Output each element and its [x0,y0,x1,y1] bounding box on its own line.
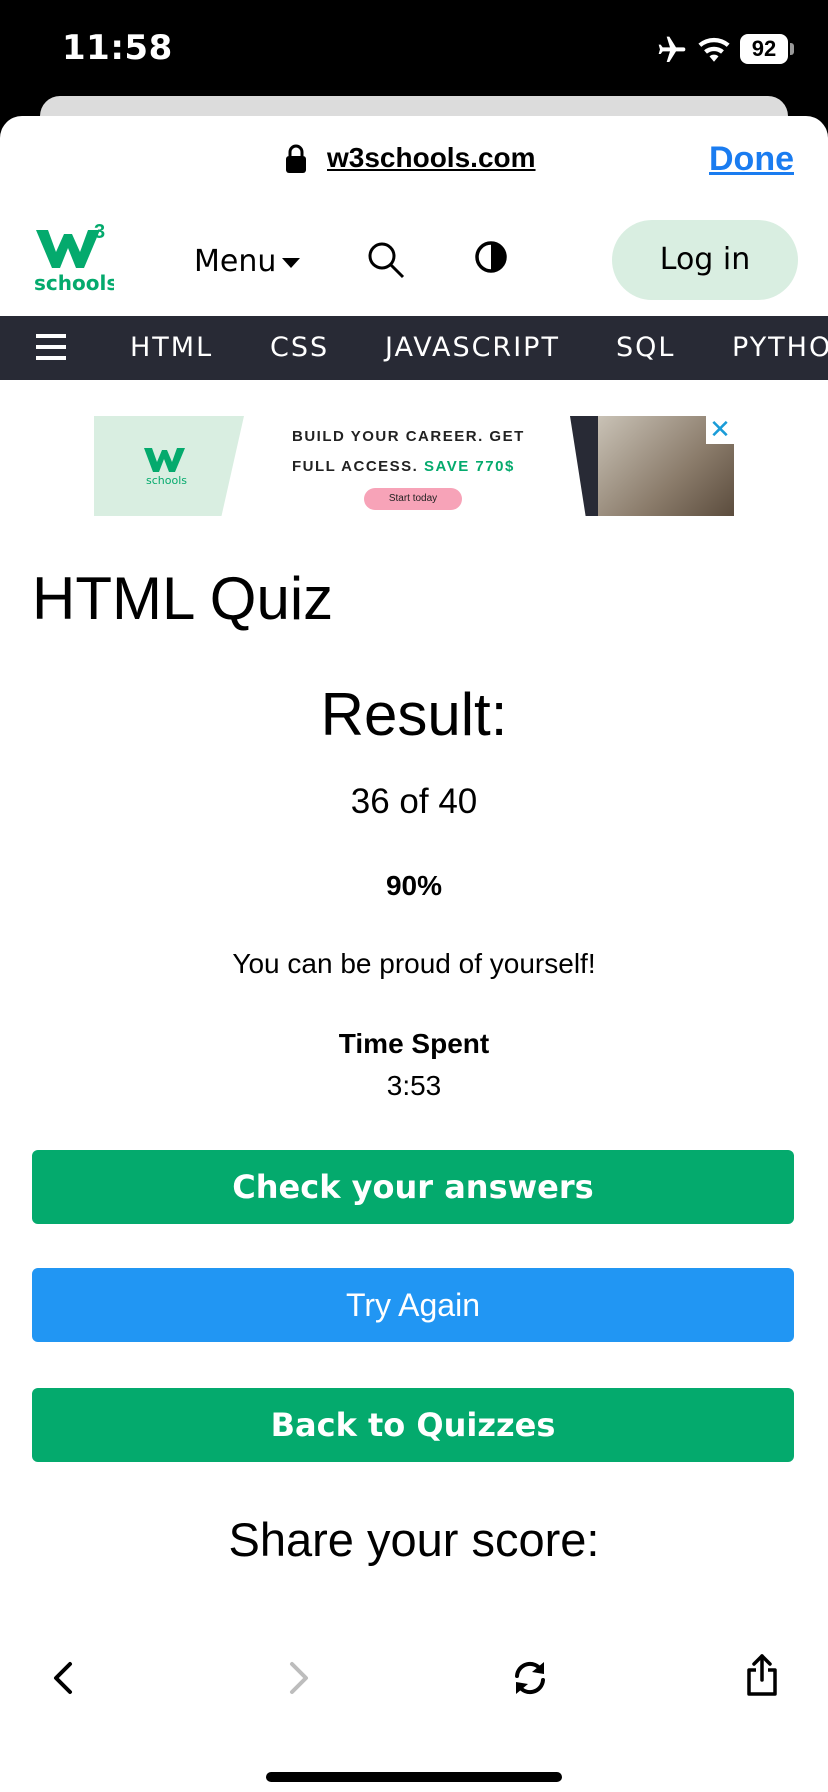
time-spent-value: 3:53 [386,1070,442,1101]
share-heading: Share your score: [228,1513,600,1566]
contrast-toggle-icon[interactable] [474,240,508,274]
browser-sheet: w3schools.com Done 3 schools Menu Log in… [0,116,828,1792]
hamburger-menu-icon[interactable] [36,334,66,362]
battery-tip [790,43,794,55]
ad-start-button[interactable]: Start today [364,488,462,510]
ad-headline: BUILD YOUR CAREER. GET [292,428,525,445]
login-button[interactable]: Log in [612,220,798,300]
wifi-icon [698,37,730,62]
back-to-quizzes-button[interactable]: Back to Quizzes [32,1388,794,1462]
ad-close-icon[interactable]: ✕ [706,416,734,444]
result-message: You can be proud of yourself! [232,948,596,979]
status-time: 11:58 [62,28,173,68]
ad-logo-text: schools [146,474,187,486]
home-indicator [266,1772,562,1782]
logo-superscript: 3 [94,221,105,243]
reload-icon[interactable] [510,1658,550,1698]
ad-banner[interactable]: schools BUILD YOUR CAREER. GET FULL ACCE… [94,416,734,516]
caret-down-icon [282,257,301,268]
try-again-button[interactable]: Try Again [32,1268,794,1342]
url-bar: w3schools.com Done [0,116,828,204]
search-icon[interactable] [366,240,406,280]
topic-nav-bar: HTML CSS JAVASCRIPT SQL PYTHO [0,316,828,380]
menu-dropdown[interactable]: Menu [194,244,301,279]
w3schools-logo[interactable]: 3 schools [34,220,114,294]
ad-subline: FULL ACCESS. SAVE 770$ [292,458,515,475]
airplane-mode-icon [658,36,686,62]
forward-icon [290,1662,308,1694]
nav-item-html[interactable]: HTML [130,332,213,363]
nav-item-javascript[interactable]: JAVASCRIPT [385,332,560,363]
score-text: 36 of 40 [350,782,478,821]
score-percent: 90% [385,870,443,901]
nav-item-css[interactable]: CSS [270,332,329,363]
page-title: HTML Quiz [32,565,334,632]
nav-item-sql[interactable]: SQL [616,332,675,363]
time-spent-label: Time Spent [338,1028,490,1059]
share-icon[interactable] [744,1652,780,1698]
back-icon[interactable] [44,1658,84,1698]
site-header: 3 schools Menu Log in [0,204,828,312]
menu-label: Menu [194,244,277,279]
browser-toolbar [0,1624,828,1792]
nav-item-python[interactable]: PYTHO [732,332,828,363]
url-text[interactable]: w3schools.com [327,142,536,174]
ad-w3schools-logo: schools [144,448,187,486]
result-heading: Result: [320,681,508,748]
battery-indicator: 92 [740,34,788,64]
logo-text: schools [34,271,114,294]
check-answers-button[interactable]: Check your answers [32,1150,794,1224]
done-button[interactable]: Done [709,140,794,179]
lock-icon [286,144,306,173]
